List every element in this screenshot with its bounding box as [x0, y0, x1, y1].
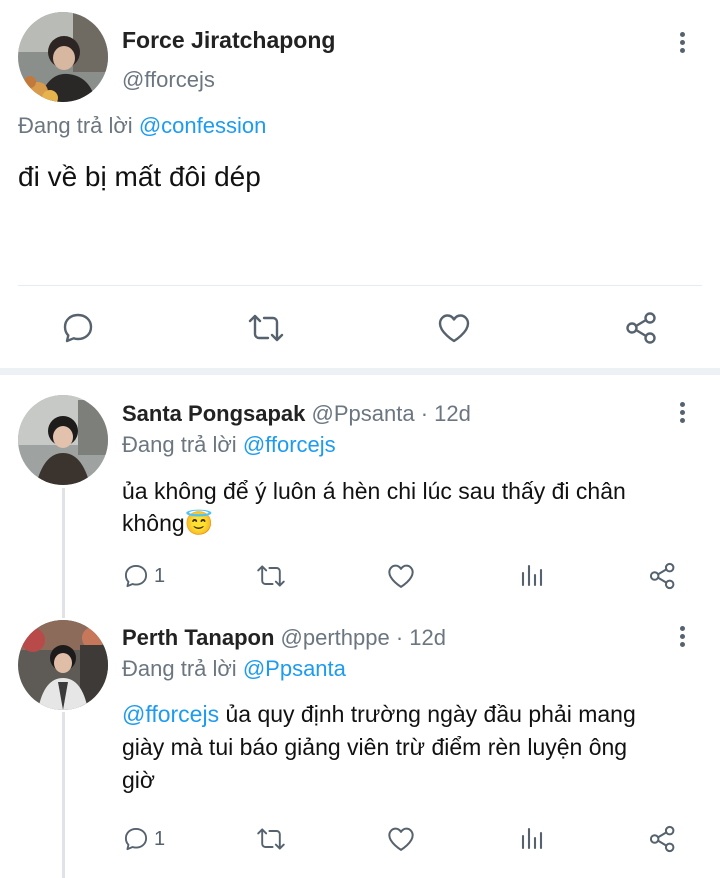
- text-line: ủa không để ý luôn á hèn chi lúc sau thấ…: [122, 478, 626, 504]
- more-options-icon[interactable]: [680, 32, 686, 56]
- tweet-text: đi về bị mất đôi dép: [18, 161, 261, 192]
- timestamp[interactable]: · 12d: [396, 625, 446, 650]
- like-icon[interactable]: [386, 561, 416, 591]
- text-line: giờ: [122, 767, 155, 793]
- analytics-icon[interactable]: [518, 824, 546, 852]
- thread-line: [62, 488, 65, 618]
- more-options-icon[interactable]: [680, 626, 686, 650]
- text-line: @fforcejs ủa quy định trường ngày đầu ph…: [122, 701, 636, 727]
- reply-context: Đang trả lời @Ppsanta: [122, 656, 346, 682]
- emoji: 😇: [184, 510, 214, 536]
- timestamp[interactable]: · 12d: [421, 401, 471, 426]
- share-icon[interactable]: [648, 561, 678, 591]
- avatar[interactable]: [18, 395, 108, 485]
- reply-button[interactable]: 1: [122, 562, 165, 590]
- retweet-icon[interactable]: [255, 561, 287, 591]
- author-handle[interactable]: @perthppe: [281, 625, 390, 650]
- reply-context: Đang trả lời @fforcejs: [122, 432, 336, 458]
- reply-icon: [122, 825, 150, 853]
- reply-prefix: Đang trả lời: [18, 113, 133, 138]
- reply-prefix: Đang trả lời: [122, 432, 237, 457]
- tweet-text: ủa không để ý luôn á hèn chi lúc sau thấ…: [122, 475, 626, 539]
- author-name[interactable]: Santa Pongsapak: [122, 401, 305, 426]
- avatar[interactable]: [18, 620, 108, 710]
- text-line: giày mà tui báo giảng viên trừ điểm rèn …: [122, 734, 628, 760]
- reply-to-link[interactable]: @confession: [139, 113, 267, 138]
- tweet-text: @fforcejs ủa quy định trường ngày đầu ph…: [122, 698, 636, 797]
- mention-link[interactable]: @fforcejs: [122, 701, 219, 727]
- reply-context: Đang trả lời @confession: [18, 113, 266, 139]
- reply-count: 1: [154, 564, 166, 587]
- section-separator: [0, 368, 720, 375]
- more-options-icon[interactable]: [680, 402, 686, 426]
- reply-icon: [122, 562, 150, 590]
- retweet-icon[interactable]: [255, 824, 287, 854]
- share-icon[interactable]: [648, 824, 678, 854]
- thread-line: [62, 712, 65, 878]
- retweet-icon[interactable]: [246, 310, 286, 346]
- reply-button[interactable]: 1: [122, 825, 165, 853]
- divider: [18, 285, 702, 286]
- reply-count: 1: [154, 827, 166, 850]
- author-handle[interactable]: @fforcejs: [122, 67, 215, 93]
- author-handle[interactable]: @Ppsanta: [312, 401, 415, 426]
- reply-icon[interactable]: [60, 310, 96, 346]
- reply-prefix: Đang trả lời: [122, 656, 237, 681]
- author-name[interactable]: Force Jiratchapong: [122, 27, 335, 54]
- tweet-header: Perth Tanapon @perthppe · 12d: [122, 625, 446, 651]
- like-icon[interactable]: [436, 310, 472, 346]
- like-icon[interactable]: [386, 824, 416, 854]
- analytics-icon[interactable]: [518, 561, 546, 589]
- share-icon[interactable]: [624, 310, 660, 346]
- text-line: không😇: [122, 510, 214, 536]
- tweet-header: Santa Pongsapak @Ppsanta · 12d: [122, 401, 471, 427]
- reply-to-link[interactable]: @fforcejs: [243, 432, 336, 457]
- avatar[interactable]: [18, 12, 108, 102]
- author-name[interactable]: Perth Tanapon: [122, 625, 274, 650]
- reply-to-link[interactable]: @Ppsanta: [243, 656, 346, 681]
